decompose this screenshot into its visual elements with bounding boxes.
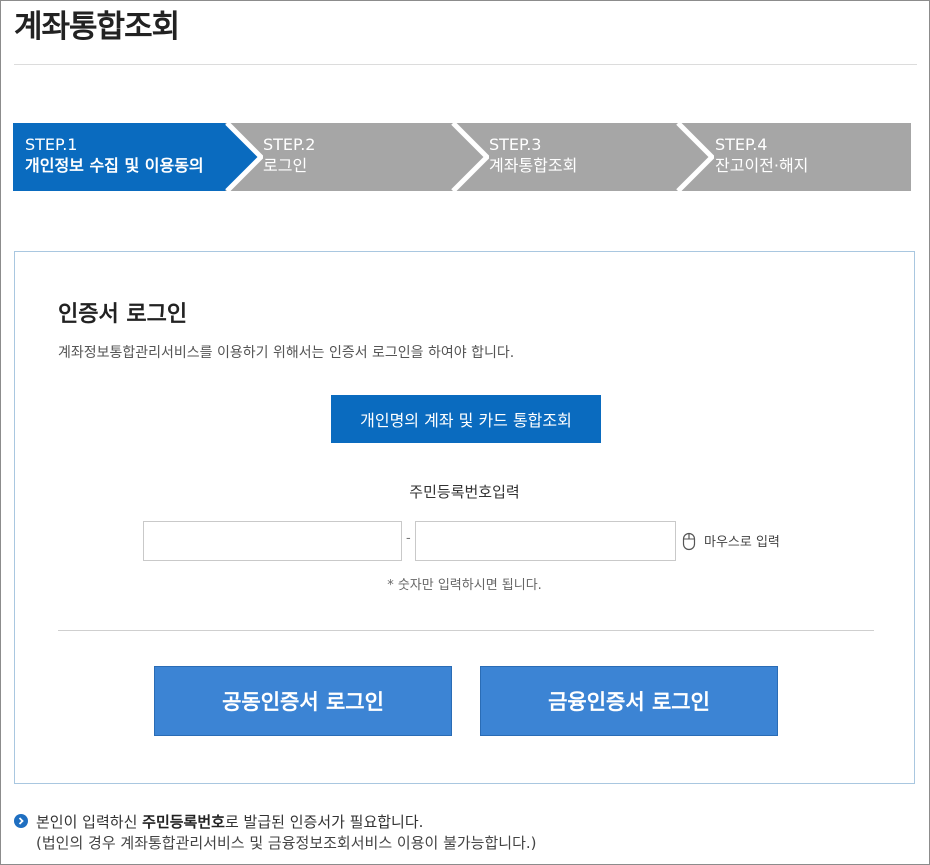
chevron-right-icon xyxy=(225,123,263,191)
step-1: STEP.1 개인정보 수집 및 이용동의 xyxy=(25,134,204,176)
notice-prefix: 본인이 입력하신 xyxy=(36,813,143,831)
rrn-back-input[interactable] xyxy=(415,521,676,561)
panel-description: 계좌정보통합관리서비스를 이용하기 위해서는 인증서 로그인을 하여야 합니다. xyxy=(58,345,515,361)
rrn-label: 주민등록번호입력 xyxy=(409,483,520,501)
rrn-separator: - xyxy=(406,531,411,546)
step-number: STEP.2 xyxy=(263,135,316,154)
step-progress-bar: STEP.1 개인정보 수집 및 이용동의 STEP.2 로그인 STEP.3 … xyxy=(13,123,911,191)
rrn-front-input[interactable] xyxy=(143,521,402,561)
step-4: STEP.4 잔고이전·해지 xyxy=(715,134,808,176)
rrn-note: * 숫자만 입력하시면 됩니다. xyxy=(387,578,542,593)
chevron-right-icon xyxy=(676,123,714,191)
step-2: STEP.2 로그인 xyxy=(263,134,315,176)
step-number: STEP.4 xyxy=(715,135,768,154)
title-divider xyxy=(14,64,917,65)
notice-line-2: (법인의 경우 계좌통합관리서비스 및 금융정보조회서비스 이용이 불가능합니다… xyxy=(36,834,537,852)
step-number: STEP.1 xyxy=(25,135,78,154)
step-label: 개인정보 수집 및 이용동의 xyxy=(25,156,204,175)
notice-line-1: 본인이 입력하신 주민등록번호로 발급된 인증서가 필요합니다. xyxy=(36,811,736,832)
notice-emphasis: 주민등록번호 xyxy=(142,813,225,831)
joint-cert-login-button[interactable]: 공동인증서 로그인 xyxy=(154,666,452,736)
mouse-input-link[interactable]: 마우스로 입력 xyxy=(704,531,780,550)
step-label: 잔고이전·해지 xyxy=(715,156,809,175)
step-3: STEP.3 계좌통합조회 xyxy=(489,134,577,176)
chevron-circle-icon xyxy=(14,814,28,828)
step-label: 로그인 xyxy=(263,156,308,175)
personal-account-card-lookup-button[interactable]: 개인명의 계좌 및 카드 통합조회 xyxy=(331,395,601,443)
step-number: STEP.3 xyxy=(489,135,542,154)
cert-login-panel: 인증서 로그인 계좌정보통합관리서비스를 이용하기 위해서는 인증서 로그인을 … xyxy=(14,251,915,784)
panel-divider xyxy=(58,630,874,631)
step-label: 계좌통합조회 xyxy=(489,156,578,175)
panel-title: 인증서 로그인 xyxy=(58,302,188,327)
page-title: 계좌통합조회 xyxy=(14,9,180,45)
financial-cert-login-button[interactable]: 금융인증서 로그인 xyxy=(480,666,778,736)
mouse-icon[interactable] xyxy=(682,531,696,551)
chevron-right-icon xyxy=(451,123,489,191)
notice-suffix: 로 발급된 인증서가 필요합니다. xyxy=(224,813,424,831)
